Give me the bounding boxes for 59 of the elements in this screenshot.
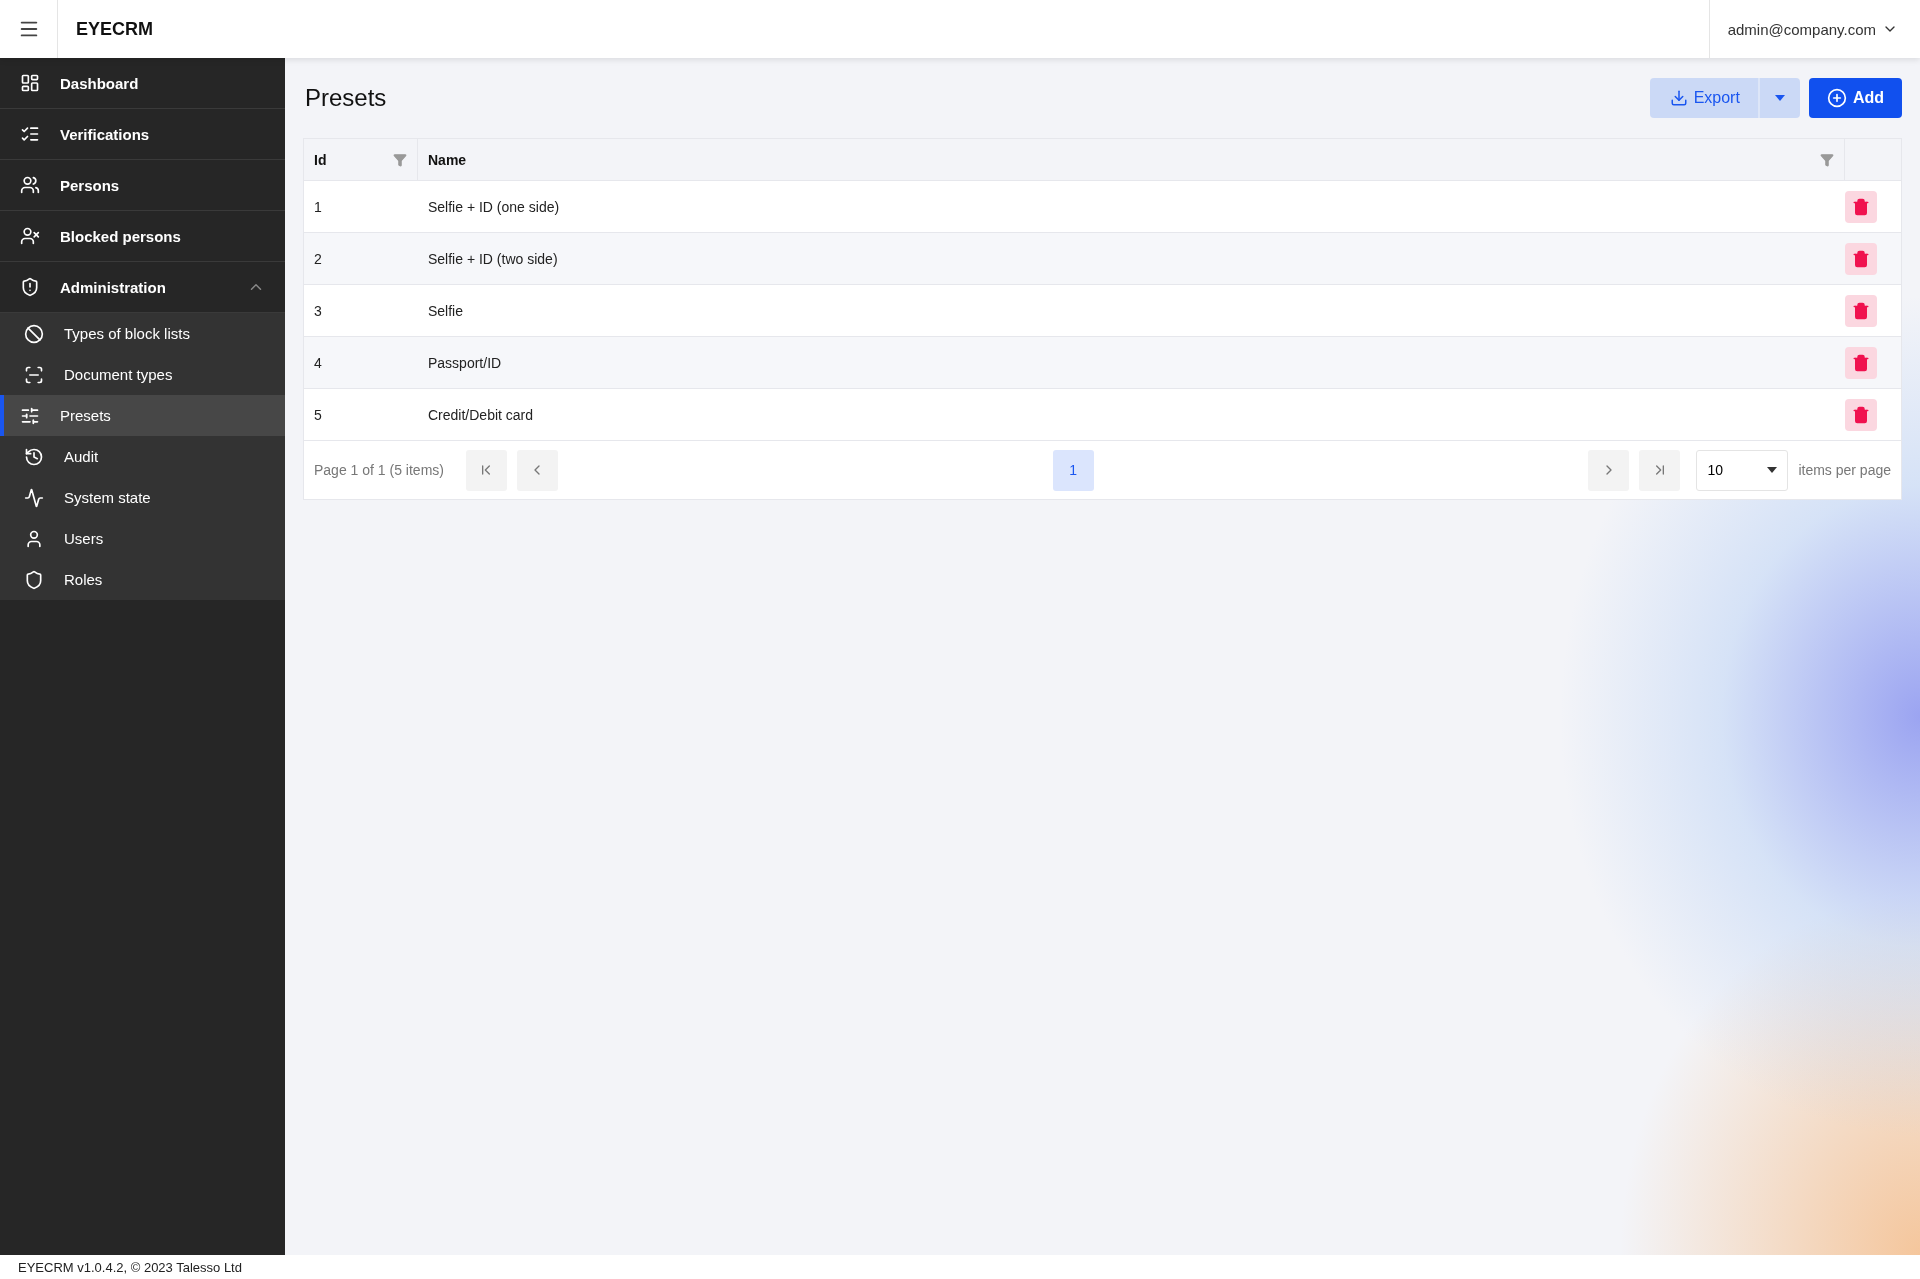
table-cell-text: 2: [313, 250, 323, 267]
page-size-select[interactable]: 10: [1696, 449, 1789, 491]
column-header[interactable]: Name: [418, 139, 1845, 180]
trash-icon: [1852, 197, 1870, 216]
blocked-person-icon: [20, 226, 40, 246]
page-size-label: items per page: [1798, 462, 1891, 478]
sliders-icon: [20, 405, 40, 426]
export-dropdown-button[interactable]: [1757, 78, 1800, 118]
sidebar-subitem[interactable]: Types of block lists: [0, 313, 285, 354]
table-cell-text: 4: [313, 354, 323, 371]
export-button[interactable]: Export: [1649, 78, 1758, 118]
filter-icon: [393, 152, 407, 167]
add-button[interactable]: Add: [1808, 78, 1902, 118]
delete-button[interactable]: [1845, 190, 1877, 223]
delete-button[interactable]: [1845, 346, 1877, 379]
sidebar-subitem[interactable]: Document types: [0, 354, 285, 395]
table-cell-text: Credit/Debit card: [427, 406, 535, 423]
caret-icon: [1774, 95, 1785, 101]
table-cell-text: Selfie + ID (two side): [427, 250, 559, 267]
caret-icon: [1767, 467, 1778, 473]
sidebar-subitem[interactable]: Presets: [0, 395, 285, 436]
filter-icon: [1820, 152, 1834, 167]
delete-button[interactable]: [1845, 242, 1877, 275]
trash-icon: [1852, 301, 1870, 320]
table-cell-text: 5: [313, 406, 323, 423]
page-title: Presets: [305, 84, 388, 112]
footer-text: EYECRM v1.0.4.2, © 2023 Talesso Ltd: [0, 1255, 1920, 1279]
table-cell-text: 3: [313, 302, 323, 319]
delete-button[interactable]: [1845, 398, 1877, 431]
history-icon: [24, 446, 44, 467]
scan-frame-icon: [24, 364, 44, 385]
people-icon: [20, 175, 40, 195]
trash-icon: [1852, 353, 1870, 372]
page-info: Page 1 of 1 (5 items): [314, 462, 444, 478]
last-page-button[interactable]: [1639, 449, 1681, 491]
app-logo: EYECRM: [76, 18, 154, 40]
table-cell-text: Selfie: [427, 302, 465, 319]
checklist-icon: [20, 124, 40, 144]
delete-button[interactable]: [1845, 294, 1877, 327]
sidebar-subitem[interactable]: System state: [0, 477, 285, 518]
table-cell-text: Passport/ID: [427, 354, 503, 371]
shield-alert-icon: [20, 277, 40, 297]
column-header[interactable]: Id: [304, 139, 418, 180]
table-cell-text: 1: [313, 198, 323, 215]
trash-icon: [1852, 405, 1870, 424]
download-icon: [1669, 89, 1688, 107]
ban-icon: [24, 323, 44, 344]
sidebar-subitem[interactable]: Users: [0, 518, 285, 559]
trash-icon: [1852, 249, 1870, 268]
sidebar-subitem[interactable]: Roles: [0, 559, 285, 600]
shield-icon: [24, 569, 44, 590]
user-icon: [24, 528, 44, 549]
sidebar-subitem[interactable]: Audit: [0, 436, 285, 477]
first-page-button[interactable]: [465, 449, 507, 491]
plus-circle-icon: [1826, 88, 1847, 108]
dashboard-icon: [20, 73, 40, 93]
pulse-icon: [24, 487, 44, 508]
page-button[interactable]: 1: [1052, 449, 1094, 491]
table-cell-text: Selfie + ID (one side): [427, 198, 561, 215]
